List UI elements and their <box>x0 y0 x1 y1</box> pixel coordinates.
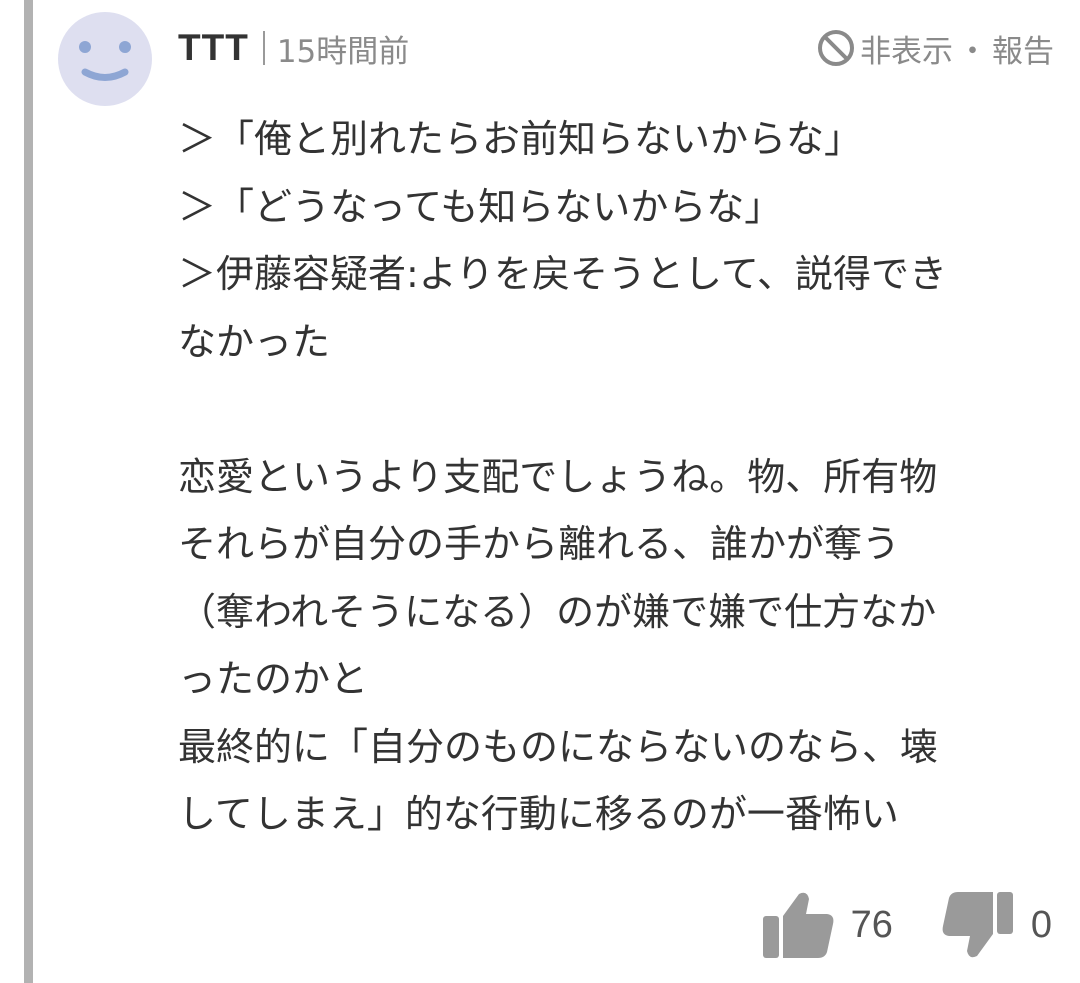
report-button[interactable]: 報告 <box>992 26 1054 71</box>
thread-indent-rule <box>24 0 33 983</box>
comment-header: TTT 15時間前 <box>178 22 409 74</box>
comment-line: （奪われそうになる）のが嫌で嫌で仕方なか <box>178 589 937 634</box>
comment-line: ＞「どうなっても知らないからな」 <box>178 184 783 229</box>
comment-line: 恋愛というより支配でしょうね。物、所有物 <box>178 454 938 499</box>
comment-line <box>178 376 1048 444</box>
header-divider <box>262 31 265 65</box>
comment-line: なかった <box>178 319 331 364</box>
comment-line: してしまえ」的な行動に移るのが一番怖い <box>178 792 899 836</box>
reaction-bar: 76 0 <box>761 886 1052 964</box>
comment-line: 最終的に「自分のものにならないのなら、壊 <box>178 724 939 769</box>
like-count: 76 <box>850 903 893 946</box>
comment-line: それらが自分の手から離れる、誰かが奪う <box>178 522 901 566</box>
comment-line: ったのかと <box>178 657 369 701</box>
action-separator: ・ <box>957 33 988 70</box>
comment-line: ＞伊藤容疑者:よりを戻そうとして、説得でき <box>178 252 948 296</box>
thumbs-down-icon[interactable] <box>941 890 1015 960</box>
hide-button[interactable]: 非表示 <box>860 26 953 71</box>
dislike-count: 0 <box>1030 903 1052 946</box>
smiley-face-icon <box>79 41 131 81</box>
comment-body: ＞「俺と別れたらお前知らないからな」 ＞「どうなっても知らないからな」 ＞伊藤容… <box>178 106 1048 849</box>
timestamp: 15時間前 <box>276 33 410 70</box>
comment-actions: 非表示 ・ 報告 <box>816 22 1054 74</box>
avatar[interactable] <box>58 12 152 106</box>
thumbs-up-icon[interactable] <box>761 890 835 960</box>
username[interactable]: TTT <box>178 27 249 69</box>
comment-line: ＞「俺と別れたらお前知らないからな」 <box>178 117 863 161</box>
prohibited-icon[interactable] <box>816 28 856 68</box>
